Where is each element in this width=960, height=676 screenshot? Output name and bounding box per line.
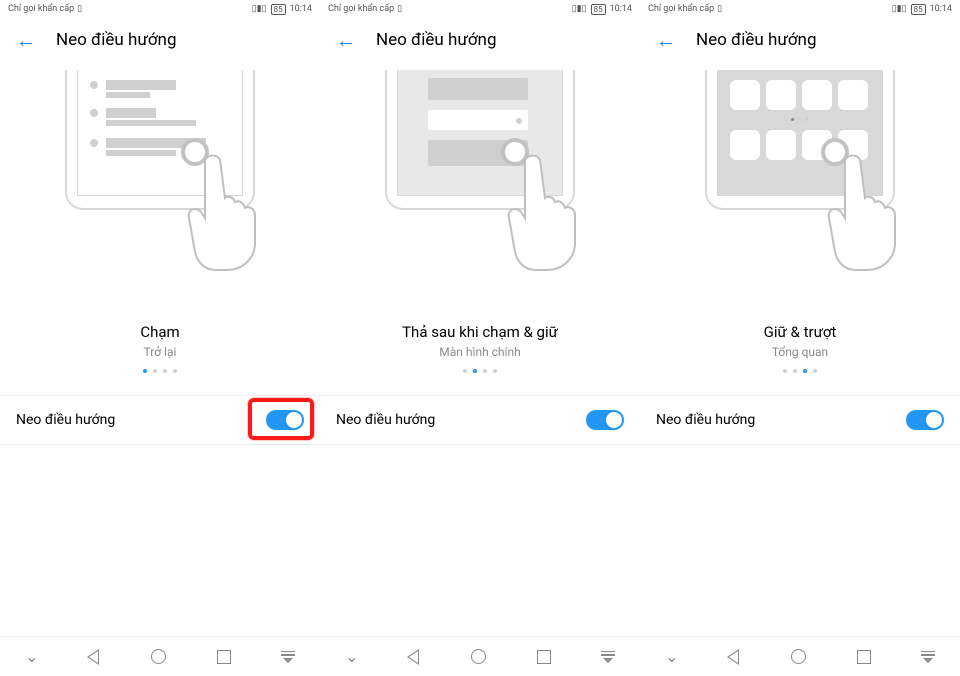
system-navbar: ⌄ bbox=[640, 636, 960, 676]
gesture-caption: Chạm Trở lại bbox=[0, 323, 320, 359]
status-time: 10:14 bbox=[610, 4, 632, 14]
status-bar: Chỉ gọi khẩn cấp ▯ ▯▮▯ 85 10:14 bbox=[320, 0, 640, 18]
nav-dock-toggle[interactable] bbox=[586, 410, 624, 430]
status-bar: Chỉ gọi khẩn cấp ▯ ▯▮▯ 85 10:14 bbox=[640, 0, 960, 18]
system-navbar: ⌄ bbox=[320, 636, 640, 676]
nav-drawer-icon[interactable] bbox=[921, 651, 935, 663]
back-arrow-icon[interactable]: ← bbox=[16, 28, 36, 53]
caption-subtitle: Trở lại bbox=[0, 345, 320, 359]
nav-recent-icon[interactable] bbox=[537, 650, 551, 664]
nav-chevron-down-icon[interactable]: ⌄ bbox=[665, 647, 678, 666]
setting-label: Neo điều hướng bbox=[656, 412, 755, 428]
system-navbar: ⌄ bbox=[0, 636, 320, 676]
nav-recent-icon[interactable] bbox=[217, 650, 231, 664]
page-title: Neo điều hướng bbox=[56, 30, 177, 50]
page-title: Neo điều hướng bbox=[376, 30, 497, 50]
status-time: 10:14 bbox=[930, 4, 952, 14]
caption-subtitle: Tổng quan bbox=[640, 345, 960, 359]
gesture-illustration bbox=[640, 62, 960, 255]
status-network-text: Chỉ gọi khẩn cấp bbox=[648, 4, 714, 14]
pager-dots bbox=[320, 369, 640, 373]
nav-dock-toggle[interactable] bbox=[906, 410, 944, 430]
sim-icon: ▯ bbox=[717, 4, 722, 14]
status-time: 10:14 bbox=[290, 4, 312, 14]
nav-home-icon[interactable] bbox=[151, 649, 166, 664]
nav-dock-target bbox=[821, 138, 849, 166]
nav-home-icon[interactable] bbox=[791, 649, 806, 664]
header: ← Neo điều hướng bbox=[320, 18, 640, 62]
nav-dock-setting-row[interactable]: Neo điều hướng bbox=[0, 395, 320, 445]
vibrate-icon: ▯▮▯ bbox=[572, 4, 587, 14]
battery-level: 85 bbox=[911, 4, 926, 15]
caption-title: Giữ & trượt bbox=[640, 323, 960, 341]
nav-drawer-icon[interactable] bbox=[281, 651, 295, 663]
setting-label: Neo điều hướng bbox=[336, 412, 435, 428]
status-network-text: Chỉ gọi khẩn cấp bbox=[328, 4, 394, 14]
screen-2: Chỉ gọi khẩn cấp ▯ ▯▮▯ 85 10:14 ← Neo đi… bbox=[320, 0, 640, 676]
screen-3: Chỉ gọi khẩn cấp ▯ ▯▮▯ 85 10:14 ← Neo đi… bbox=[640, 0, 960, 676]
vibrate-icon: ▯▮▯ bbox=[252, 4, 267, 14]
nav-dock-target bbox=[501, 138, 529, 166]
sim-icon: ▯ bbox=[77, 4, 82, 14]
screen-1: Chỉ gọi khẩn cấp ▯ ▯▮▯ 85 10:14 ← Neo đi… bbox=[0, 0, 320, 676]
gesture-caption: Giữ & trượt Tổng quan bbox=[640, 323, 960, 359]
setting-label: Neo điều hướng bbox=[16, 412, 115, 428]
nav-recent-icon[interactable] bbox=[857, 650, 871, 664]
nav-dock-setting-row[interactable]: Neo điều hướng bbox=[320, 395, 640, 445]
nav-back-icon[interactable] bbox=[409, 649, 421, 665]
nav-back-icon[interactable] bbox=[89, 649, 101, 665]
nav-dock-setting-row[interactable]: Neo điều hướng bbox=[640, 395, 960, 445]
back-arrow-icon[interactable]: ← bbox=[336, 28, 356, 53]
status-network-text: Chỉ gọi khẩn cấp bbox=[8, 4, 74, 14]
nav-dock-target bbox=[181, 138, 209, 166]
status-bar: Chỉ gọi khẩn cấp ▯ ▯▮▯ 85 10:14 bbox=[0, 0, 320, 18]
caption-title: Thả sau khi chạm & giữ bbox=[320, 323, 640, 341]
gesture-caption: Thả sau khi chạm & giữ Màn hình chính bbox=[320, 323, 640, 359]
nav-chevron-down-icon[interactable]: ⌄ bbox=[25, 647, 38, 666]
nav-home-icon[interactable] bbox=[471, 649, 486, 664]
gesture-illustration bbox=[320, 62, 640, 255]
sim-icon: ▯ bbox=[397, 4, 402, 14]
vibrate-icon: ▯▮▯ bbox=[892, 4, 907, 14]
gesture-illustration bbox=[0, 62, 320, 255]
pager-dots bbox=[0, 369, 320, 373]
battery-level: 85 bbox=[591, 4, 606, 15]
caption-subtitle: Màn hình chính bbox=[320, 345, 640, 359]
caption-title: Chạm bbox=[0, 323, 320, 341]
header: ← Neo điều hướng bbox=[0, 18, 320, 62]
nav-chevron-down-icon[interactable]: ⌄ bbox=[345, 647, 358, 666]
page-title: Neo điều hướng bbox=[696, 30, 817, 50]
nav-dock-toggle[interactable] bbox=[266, 410, 304, 430]
pager-dots bbox=[640, 369, 960, 373]
nav-back-icon[interactable] bbox=[729, 649, 741, 665]
nav-drawer-icon[interactable] bbox=[601, 651, 615, 663]
battery-level: 85 bbox=[271, 4, 286, 15]
back-arrow-icon[interactable]: ← bbox=[656, 28, 676, 53]
header: ← Neo điều hướng bbox=[640, 18, 960, 62]
